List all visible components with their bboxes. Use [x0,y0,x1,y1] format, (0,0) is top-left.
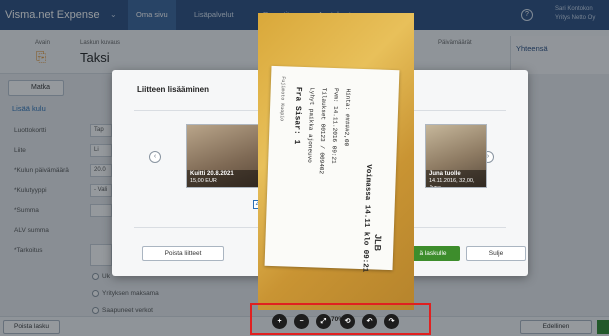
close-button[interactable]: Sulje [466,246,526,261]
thumbnail-title: Kuitti 20.8.2021 [190,171,234,177]
ticket-carrier: Fujimoto Kuopio [278,76,287,122]
carousel-prev-icon[interactable]: ‹ [149,151,161,163]
zoom-in-icon[interactable]: + [272,314,287,329]
thumbnail-subtitle: 15,00 EUR [190,178,217,184]
attachment-thumbnail[interactable]: Kuitti 20.8.2021 15,00 EUR [186,124,260,188]
thumbnail-subtitle: 14.11.2016, 32,00, Juna [429,178,475,187]
thumbnail-title: Juna tuolle [429,171,461,177]
ticket-class: Fra Sisar: 1 [291,86,303,145]
rotate-right-icon[interactable]: ↷ [384,314,399,329]
delete-attachments-button[interactable]: Poista liitteet [142,246,224,261]
zoom-out-icon[interactable]: − [294,314,309,329]
rotate-left-icon[interactable]: ↶ [362,314,377,329]
ticket-date: Pvm: 14.11.2016 09:21 [330,87,340,164]
ticket-validity: Voimassa 14.11 klo 09:21 [360,164,373,273]
receipt-ticket: Fujimoto Kuopio Fra Sisar: 1 Lyhyt paikk… [264,65,400,273]
ticket-price: Hinta: #####2,00 [342,88,352,147]
modal-title: Liitteen lisääminen [137,85,210,94]
reset-icon[interactable]: ⟲ [340,314,355,329]
ticket-orders: Tilaukset 00123 / 009402 [317,87,328,175]
thumbnail-caption: Kuitti 20.8.2021 15,00 EUR [187,170,259,187]
thumbnail-caption: Juna tuolle 14.11.2016, 32,00, Juna [426,170,486,187]
attachment-thumbnail[interactable]: Juna tuolle 14.11.2016, 32,00, Juna [425,124,487,188]
ticket-logo: JLB [372,233,384,252]
fit-icon[interactable]: ⤢ [316,314,331,329]
ticket-vehicle: Lyhyt paikka ajoneuvo [306,87,316,163]
add-to-invoice-button[interactable]: ä laskulle [406,246,460,261]
